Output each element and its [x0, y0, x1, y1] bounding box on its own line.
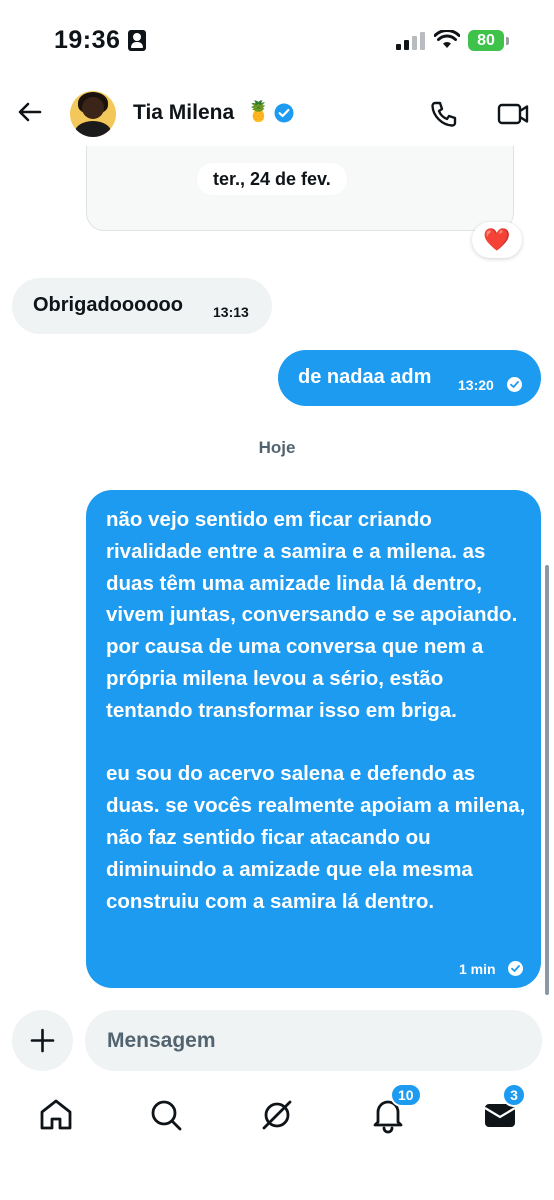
message-paragraph: não vejo sentido em ficar criando rivali… [106, 508, 518, 722]
status-time: 19:36 [54, 26, 121, 54]
message-bubble-incoming[interactable]: Obrigadoooooo 13:13 [12, 278, 272, 334]
message-paragraph: eu sou do acervo salena e defendo as dua… [106, 762, 526, 913]
verified-icon [274, 103, 294, 123]
message-input[interactable] [85, 1010, 542, 1071]
bottom-nav: 10 3 [0, 1083, 554, 1200]
messages-badge: 3 [502, 1083, 526, 1107]
add-attachment-button[interactable] [12, 1010, 73, 1071]
battery-icon: 80 [468, 30, 504, 51]
search-icon[interactable] [146, 1095, 186, 1135]
scrollbar[interactable] [545, 565, 549, 995]
message-text: de nadaa adm [298, 366, 432, 388]
message-time: 1 min [459, 961, 496, 977]
video-icon[interactable] [496, 98, 530, 130]
card-date: ter., 24 de fev. [197, 163, 347, 195]
notifications-badge: 10 [390, 1083, 422, 1107]
conversation-header: Tia Milena 🍍 [0, 84, 554, 146]
message-time: 13:20 [458, 377, 494, 393]
status-bar: 19:36 80 [0, 0, 554, 84]
message-bubble-outgoing-long[interactable]: não vejo sentido em ficar criando rivali… [86, 490, 541, 988]
message-time: 13:13 [213, 304, 249, 320]
day-divider: Hoje [258, 438, 296, 457]
check-icon [508, 961, 523, 976]
message-text: Obrigadoooooo [33, 294, 183, 316]
home-icon[interactable] [36, 1095, 76, 1135]
heart-reaction[interactable]: ❤️ [472, 222, 522, 258]
grok-icon[interactable] [257, 1095, 297, 1135]
plus-icon [30, 1028, 55, 1053]
cellular-signal-icon [396, 32, 426, 50]
messages-tab[interactable]: 3 [480, 1083, 526, 1135]
wifi-icon [434, 30, 460, 48]
check-icon [507, 377, 522, 392]
notifications-tab[interactable]: 10 [368, 1083, 422, 1135]
message-bubble-outgoing[interactable]: de nadaa adm 13:20 [278, 350, 541, 406]
avatar[interactable] [70, 91, 116, 137]
pineapple-emoji: 🍍 [246, 101, 271, 123]
back-arrow-icon[interactable] [14, 96, 46, 128]
phone-icon[interactable] [428, 98, 460, 130]
person-icon [128, 30, 146, 51]
message-text: não vejo sentido em ficar criando rivali… [106, 504, 526, 917]
contact-name[interactable]: Tia Milena [133, 101, 234, 125]
battery-tip [506, 37, 509, 45]
